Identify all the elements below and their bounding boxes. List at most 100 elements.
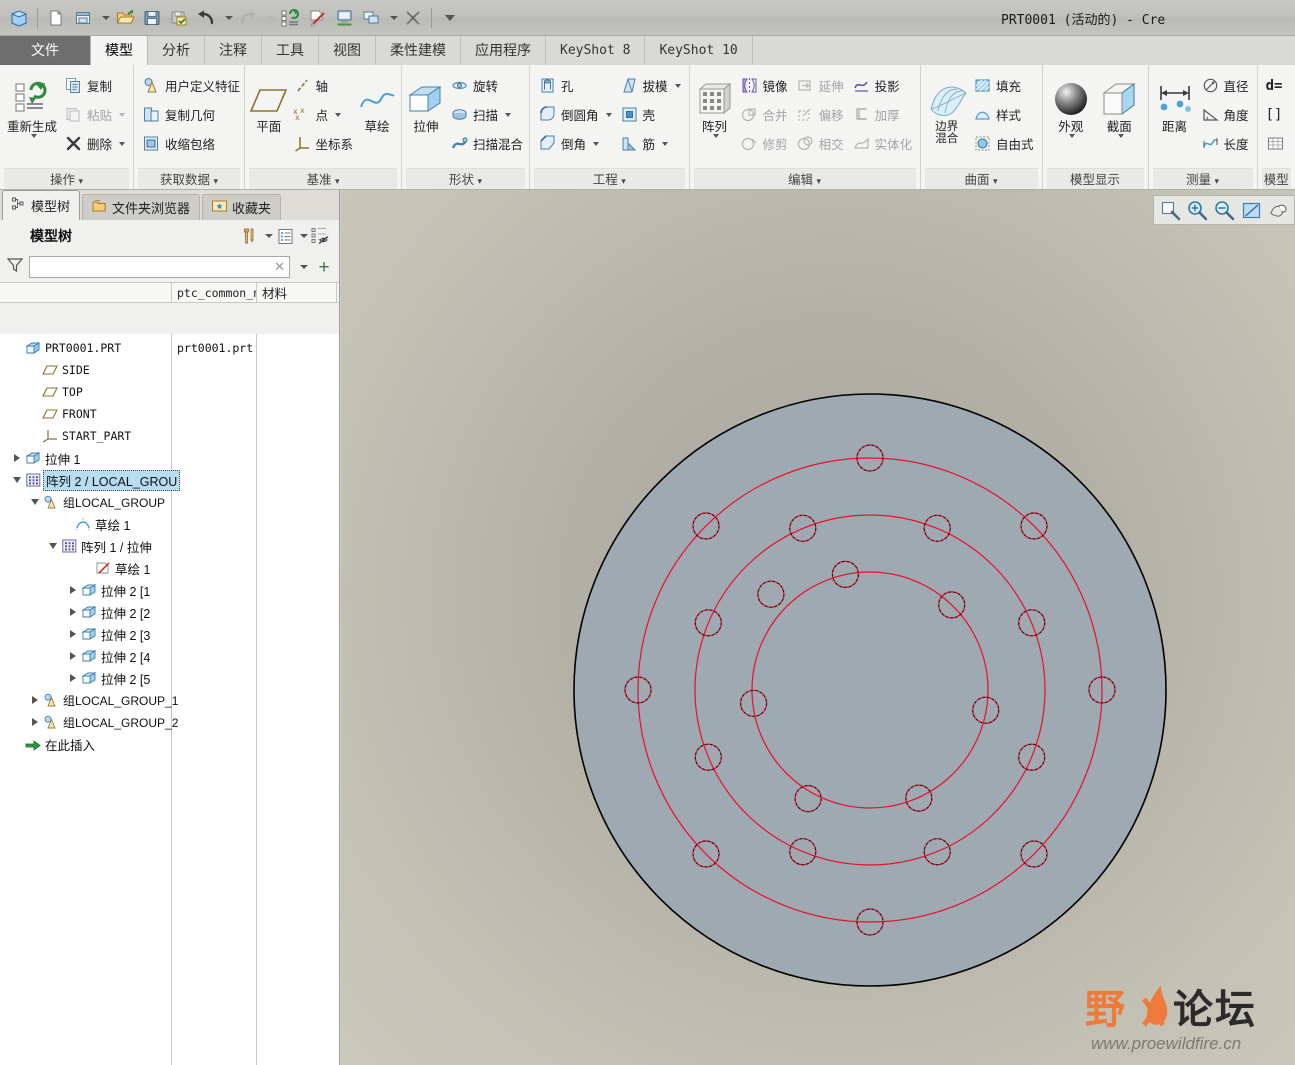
section-button[interactable]: 截面 (1095, 69, 1144, 138)
round-button[interactable]: 倒圆角 (534, 100, 616, 129)
solidify-button[interactable]: 实体化 (848, 129, 917, 158)
appearance-button[interactable]: 外观 (1047, 69, 1096, 138)
mirror-button[interactable]: 镜像 (736, 71, 792, 100)
chamfer-button[interactable]: 倒角 (534, 129, 616, 158)
tab-keyshot-8[interactable]: KeyShot 8 (546, 36, 646, 65)
trim-button[interactable]: 修剪 (736, 129, 792, 158)
tree-item-front[interactable]: FRONT (0, 403, 171, 425)
tab-flexible-modeling[interactable]: 柔性建模 (376, 36, 461, 65)
tree-item-group-local-group-2[interactable]: 组LOCAL_GROUP_2 (0, 711, 178, 733)
pattern-caret[interactable] (713, 134, 720, 138)
sketch-button[interactable]: 草绘 (357, 69, 397, 134)
customize-qat-dropdown[interactable] (437, 5, 463, 31)
sweep-caret[interactable] (505, 112, 512, 117)
swept-blend-button[interactable]: 扫描混合 (446, 129, 527, 158)
filter-dropdown[interactable] (295, 256, 310, 278)
tree-item-extrude-2-5[interactable]: 拉伸 2 [5 (0, 667, 171, 689)
datum-point-caret[interactable] (335, 112, 342, 117)
group-label-editing[interactable]: 编辑 ▾ (693, 168, 916, 189)
save-as-icon[interactable] (70, 5, 96, 31)
tree-item-extrude-2-3[interactable]: 拉伸 2 [3 (0, 623, 171, 645)
diameter-button[interactable]: 直径 (1197, 71, 1253, 100)
angle-button[interactable]: 角度 (1197, 100, 1253, 129)
tree-item-sketch-curve-1[interactable]: 草绘 1 (0, 513, 171, 535)
column-header-material[interactable]: 材料 (257, 283, 337, 302)
nav-tab-model-tree[interactable]: 模型树 (2, 190, 81, 220)
tree-twisty[interactable] (46, 539, 60, 553)
datum-point-button[interactable]: x x x 点 (289, 100, 358, 129)
tree-item-extrude-2-2[interactable]: 拉伸 2 [2 (0, 601, 171, 623)
fill-button[interactable]: 填充 (969, 71, 1038, 100)
app-logo-icon[interactable] (6, 5, 32, 31)
new-file-icon[interactable] (43, 5, 69, 31)
project-button[interactable]: 投影 (848, 71, 917, 100)
window-switch-dropdown[interactable] (385, 5, 399, 31)
paste-button[interactable]: 粘贴 (60, 100, 129, 129)
tree-twisty[interactable] (66, 627, 80, 641)
distance-button[interactable]: 距离 (1153, 69, 1197, 134)
nav-tab-folder-browser[interactable]: 文件夹浏览器 (82, 194, 201, 220)
save-icon[interactable] (139, 5, 165, 31)
group-label-operations[interactable]: 操作 ▾ (4, 168, 130, 189)
tree-twisty[interactable] (28, 715, 42, 729)
tree-item-sketch-1[interactable]: 草绘 1 (0, 557, 171, 579)
extrude-button[interactable]: 拉伸 (406, 69, 446, 134)
regenerate-caret[interactable] (30, 134, 37, 138)
tree-item-extrude-2-4[interactable]: 拉伸 2 [4 (0, 645, 171, 667)
merge-button[interactable]: 合并 (736, 100, 792, 129)
sweep-button[interactable]: 扫描 (446, 100, 527, 129)
tree-item-extrude-2-1[interactable]: 拉伸 2 [1 (0, 579, 171, 601)
open-folder-icon[interactable] (112, 5, 138, 31)
tree-item-group-local-group-1[interactable]: 组LOCAL_GROUP_1 (0, 689, 178, 711)
tree-item-insert-here[interactable]: 在此插入 (0, 733, 171, 755)
tab-keyshot-10[interactable]: KeyShot 10 (645, 36, 753, 65)
copy-button[interactable]: 复制 (60, 71, 129, 100)
tree-item-pattern-2[interactable]: 阵列 2 / LOCAL_GROU (0, 469, 181, 491)
tree-settings-dropdown[interactable] (261, 225, 274, 247)
tree-twisty[interactable] (28, 693, 42, 707)
shrinkwrap-button[interactable]: 收缩包络 (138, 129, 244, 158)
copy-geometry-button[interactable]: 复制几何 (138, 100, 244, 129)
rib-caret[interactable] (662, 141, 669, 146)
window-switch-icon[interactable] (358, 5, 384, 31)
filter-clear-icon[interactable]: ✕ (274, 259, 285, 275)
intersect-button[interactable]: 相交 (792, 129, 848, 158)
revolve-button[interactable]: 旋转 (446, 71, 527, 100)
save-as-dropdown[interactable] (97, 5, 111, 31)
chamfer-caret[interactable] (593, 141, 600, 146)
delete-button[interactable]: 删除 (60, 129, 129, 158)
model-tree-body[interactable]: PRT0001.PRT SIDE TOP FRONT START_PART 拉伸… (0, 334, 339, 1065)
model-tree-filter-input[interactable]: ✕ (29, 256, 290, 278)
tree-item-part[interactable]: PRT0001.PRT (0, 337, 171, 359)
delete-caret[interactable] (119, 141, 126, 146)
regenerate-icon[interactable] (277, 5, 303, 31)
offset-button[interactable]: 偏移 (792, 100, 848, 129)
relations-button[interactable] (1262, 129, 1289, 158)
dimension-button[interactable]: d= (1262, 71, 1289, 100)
tree-twisty[interactable] (66, 583, 80, 597)
tree-item-extrude-1[interactable]: 拉伸 1 (0, 447, 171, 469)
tab-model[interactable]: 模型 (90, 36, 148, 65)
tab-applications[interactable]: 应用程序 (461, 36, 546, 65)
column-header-tree[interactable] (0, 283, 172, 302)
tree-settings-icon[interactable] (239, 225, 261, 247)
tree-twisty[interactable] (28, 495, 42, 509)
group-label-measure[interactable]: 测量 ▾ (1152, 168, 1253, 189)
undo-dropdown[interactable] (220, 5, 234, 31)
redo-icon[interactable] (235, 5, 261, 31)
length-button[interactable]: 长度 (1197, 129, 1253, 158)
group-label-surfaces[interactable]: 曲面 ▾ (924, 168, 1038, 189)
pattern-button[interactable]: 阵列 (694, 69, 736, 138)
tree-item-group-local-group[interactable]: 组LOCAL_GROUP (0, 491, 171, 513)
save-check-icon[interactable] (166, 5, 192, 31)
tree-columns-icon[interactable] (274, 225, 296, 247)
tree-item-top[interactable]: TOP (0, 381, 171, 403)
datum-axis-button[interactable]: 轴 (289, 71, 358, 100)
freestyle-button[interactable]: 自由式 (969, 129, 1038, 158)
tab-annotate[interactable]: 注释 (205, 36, 262, 65)
graphics-viewport[interactable]: 野 论 坛 www.proewildfire.cn (341, 190, 1295, 1065)
style-button[interactable]: 样式 (969, 100, 1038, 129)
tree-filter-display-icon[interactable] (309, 225, 331, 247)
rib-button[interactable]: 筋 (616, 129, 685, 158)
tree-twisty[interactable] (10, 451, 24, 465)
